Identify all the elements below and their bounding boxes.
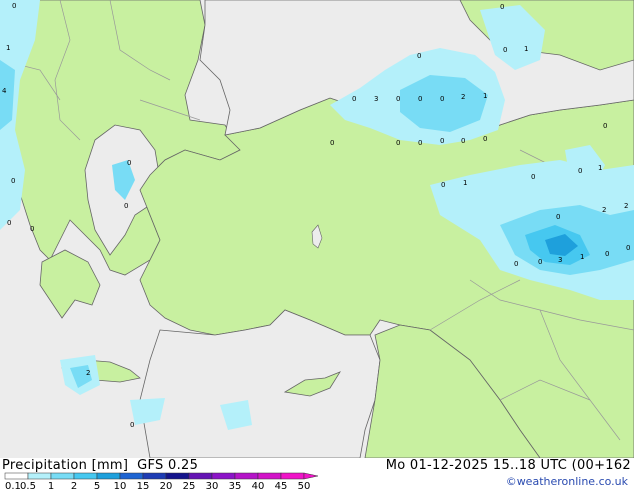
legend-label: 25 xyxy=(183,481,196,490)
legend-swatch xyxy=(4,472,29,480)
legend-swatch xyxy=(50,472,75,480)
precip-value: 0 xyxy=(418,95,422,103)
precip-value: 0 xyxy=(503,46,507,54)
map-title: Precipitation [mm] GFS 0.25 xyxy=(2,458,199,473)
precip-value: 0 xyxy=(130,421,134,429)
precip-value: 0 xyxy=(352,95,356,103)
legend-swatch xyxy=(96,472,121,480)
precip-value: 0 xyxy=(330,139,334,147)
precip-value: 0 xyxy=(7,219,11,227)
legend-label: 40 xyxy=(252,481,265,490)
precip-value: 0 xyxy=(538,258,542,266)
precip-value: 2 xyxy=(624,202,628,210)
legend-label: 0.5 xyxy=(20,481,36,490)
precip-value: 0 xyxy=(127,159,131,167)
legend-swatch xyxy=(188,472,213,480)
legend-label: 30 xyxy=(206,481,219,490)
precip-value: 1 xyxy=(483,92,487,100)
precip-value: 0 xyxy=(12,2,16,10)
legend-swatch xyxy=(119,472,144,480)
legend-swatch xyxy=(142,472,167,480)
precip-value: 0 xyxy=(440,137,444,145)
credit-link[interactable]: ©weatheronline.co.uk xyxy=(506,475,628,488)
precip-value: 1 xyxy=(463,179,467,187)
valid-time: Mo 01-12-2025 15..18 UTC (00+162 xyxy=(385,458,631,473)
legend-swatch xyxy=(257,472,282,480)
legend-swatch xyxy=(280,472,305,480)
precip-value: 0 xyxy=(556,213,560,221)
precip-value: 2 xyxy=(86,369,90,377)
precip-value: 0 xyxy=(531,173,535,181)
precip-value: 0 xyxy=(483,135,487,143)
precip-value: 0 xyxy=(396,139,400,147)
legend-swatch xyxy=(27,472,52,480)
precip-value: 1 xyxy=(580,253,584,261)
legend-label: 45 xyxy=(275,481,288,490)
precip-value: 0 xyxy=(514,260,518,268)
precip-value: 3 xyxy=(558,256,562,264)
precip-value: 0 xyxy=(440,95,444,103)
precip-value: 1 xyxy=(524,45,528,53)
precip-value: 0 xyxy=(11,177,15,185)
precip-value: 0 xyxy=(605,250,609,258)
legend-swatch xyxy=(211,472,236,480)
legend-label: 15 xyxy=(137,481,150,490)
precip-value: 0 xyxy=(626,244,630,252)
legend-swatch xyxy=(165,472,190,480)
precip-value: 0 xyxy=(396,95,400,103)
precip-value: 0 xyxy=(417,52,421,60)
precip-value: 0 xyxy=(603,122,607,130)
precip-value: 0 xyxy=(461,137,465,145)
legend-arrow xyxy=(303,472,319,480)
precipitation-map: 0 1 4 0 0 0 0 0 0 0 3 0 0 0 2 1 0 0 0 0 … xyxy=(0,0,634,458)
precip-value: 0 xyxy=(124,202,128,210)
color-legend: 0.1 0.5 1 2 5 10 15 20 25 30 35 40 45 50 xyxy=(4,472,319,490)
legend-label: 50 xyxy=(298,481,311,490)
legend-label: 5 xyxy=(94,481,100,490)
precip-value: 0 xyxy=(578,167,582,175)
precip-value: 4 xyxy=(2,87,7,95)
legend-label: 1 xyxy=(48,481,54,490)
precip-value: 0 xyxy=(441,181,445,189)
legend-swatch xyxy=(234,472,259,480)
legend-label: 10 xyxy=(114,481,127,490)
precip-value: 1 xyxy=(598,164,602,172)
legend-swatch xyxy=(73,472,98,480)
legend-label: 35 xyxy=(229,481,242,490)
precip-value: 3 xyxy=(374,95,378,103)
precip-value: 2 xyxy=(602,206,606,214)
precip-value: 0 xyxy=(30,225,34,233)
precip-value: 0 xyxy=(418,139,422,147)
precip-value: 0 xyxy=(500,3,504,11)
legend-label: 0.1 xyxy=(5,481,21,490)
legend-label: 20 xyxy=(160,481,173,490)
map-footer: Precipitation [mm] GFS 0.25 Mo 01-12-202… xyxy=(0,458,634,490)
legend-label: 2 xyxy=(71,481,77,490)
precip-value: 1 xyxy=(6,44,10,52)
precip-value: 2 xyxy=(461,93,465,101)
